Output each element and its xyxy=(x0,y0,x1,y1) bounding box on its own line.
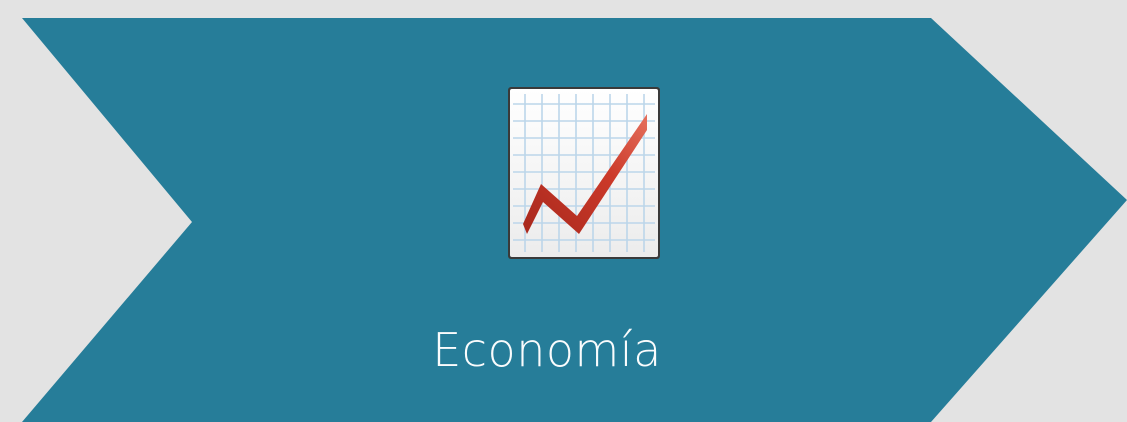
chart-increasing-icon xyxy=(507,86,661,260)
step-label: Economía xyxy=(432,323,662,377)
